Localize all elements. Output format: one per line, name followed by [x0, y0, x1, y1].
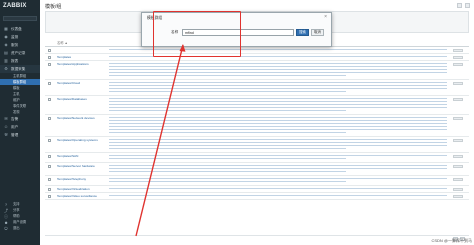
annotation-arrow: [135, 44, 186, 237]
watermark: CSDN @一脚踩不到马: [431, 238, 472, 243]
